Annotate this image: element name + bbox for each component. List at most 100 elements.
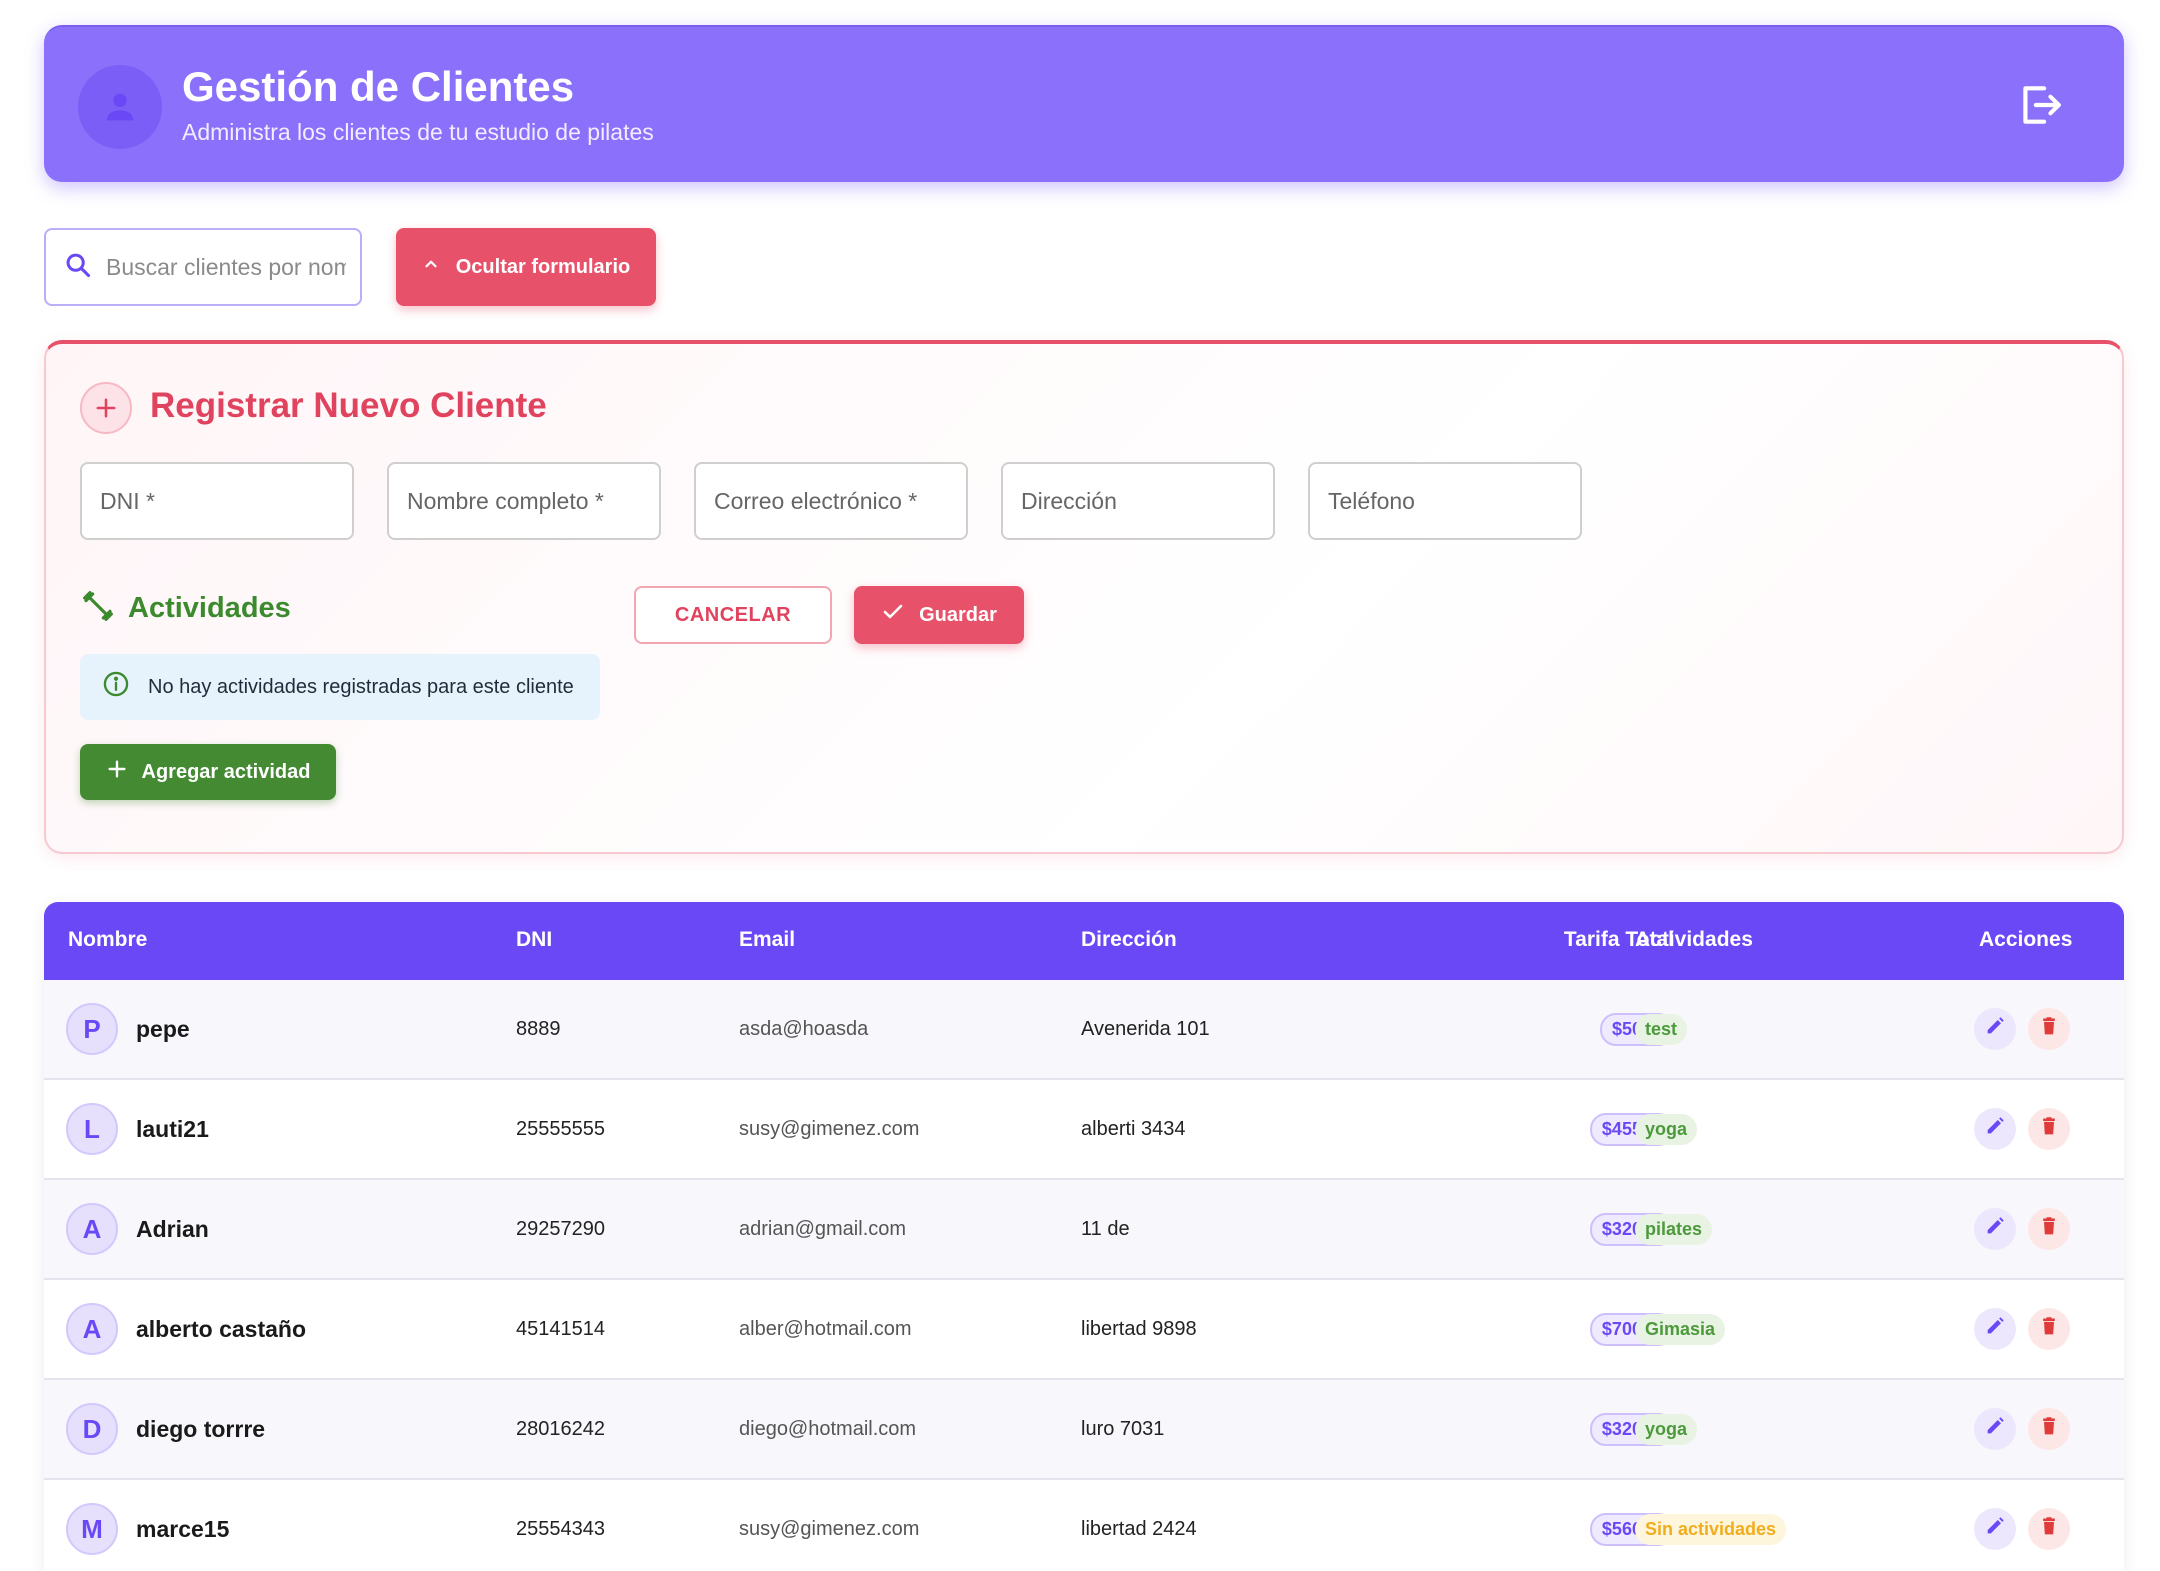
edit-button[interactable] xyxy=(1974,1308,2016,1350)
activities-title: Actividades xyxy=(128,592,291,624)
activity-cell: pilates xyxy=(1635,1180,1713,1278)
page-subtitle: Administra los clientes de tu estudio de… xyxy=(182,119,654,145)
edit-button[interactable] xyxy=(1974,1008,2016,1050)
avatar: D xyxy=(66,1403,118,1455)
avatar: A xyxy=(66,1203,118,1255)
client-email: diego@hotmail.com xyxy=(739,1417,917,1440)
client-name-cell: M marce15 xyxy=(66,1480,229,1571)
edit-button[interactable] xyxy=(1974,1508,2016,1550)
client-dni: 25554343 xyxy=(516,1517,605,1540)
chevron-up-icon xyxy=(422,255,440,279)
address-field[interactable] xyxy=(1001,462,1275,540)
phone-input[interactable] xyxy=(1328,487,1558,515)
email-field[interactable] xyxy=(694,462,968,540)
email-input[interactable] xyxy=(714,487,944,515)
person-icon xyxy=(78,65,162,149)
new-client-form: Registrar Nuevo Cliente Actividades No h… xyxy=(44,340,2124,854)
col-email: Email xyxy=(739,928,796,951)
delete-button[interactable] xyxy=(2028,1108,2070,1150)
client-name-cell: P pepe xyxy=(66,980,190,1078)
page-header: Gestión de Clientes Administra los clien… xyxy=(44,25,2124,182)
client-address: luro 7031 xyxy=(1081,1417,1165,1440)
edit-button[interactable] xyxy=(1974,1408,2016,1450)
toggle-form-button[interactable]: Ocultar formulario xyxy=(396,228,656,306)
activity-cell: Gimasia xyxy=(1635,1280,1726,1378)
activity-chip: Gimasia xyxy=(1635,1313,1726,1345)
check-icon xyxy=(881,600,905,630)
no-activities-alert: No hay actividades registradas para este… xyxy=(80,654,600,720)
client-address: alberti 3434 xyxy=(1081,1117,1186,1140)
client-dni: 25555555 xyxy=(516,1117,605,1140)
activity-cell: yoga xyxy=(1635,1080,1698,1178)
col-actividades: Actividades xyxy=(1635,928,1753,951)
dumbbell-icon xyxy=(82,590,114,627)
name-input[interactable] xyxy=(407,487,637,515)
client-email: alber@hotmail.com xyxy=(739,1317,912,1340)
actions-cell xyxy=(1974,1280,2070,1378)
actions-cell xyxy=(1974,980,2070,1078)
client-name: lauti21 xyxy=(136,1115,209,1142)
edit-button[interactable] xyxy=(1974,1208,2016,1250)
client-name: marce15 xyxy=(136,1515,230,1542)
plus-icon xyxy=(80,382,132,434)
table-row: L lauti21 25555555 susy@gimenez.com albe… xyxy=(44,1080,2124,1180)
pencil-icon xyxy=(1984,1015,2006,1043)
client-address: 11 de xyxy=(1081,1217,1130,1240)
dni-field[interactable] xyxy=(80,462,354,540)
avatar: M xyxy=(66,1503,118,1555)
dni-input[interactable] xyxy=(100,487,330,515)
client-name-cell: D diego torrre xyxy=(66,1380,265,1478)
search-box[interactable] xyxy=(44,228,362,306)
edit-button[interactable] xyxy=(1974,1108,2016,1150)
search-input[interactable] xyxy=(106,253,346,281)
pencil-icon xyxy=(1984,1515,2006,1543)
delete-button[interactable] xyxy=(2028,1008,2070,1050)
name-field[interactable] xyxy=(387,462,661,540)
phone-field[interactable] xyxy=(1308,462,1582,540)
activity-cell: Sin actividades xyxy=(1635,1480,1787,1571)
avatar: L xyxy=(66,1103,118,1155)
form-title: Registrar Nuevo Cliente xyxy=(150,386,547,425)
col-direccion: Dirección xyxy=(1081,928,1177,951)
pencil-icon xyxy=(1984,1415,2006,1443)
delete-button[interactable] xyxy=(2028,1208,2070,1250)
search-icon xyxy=(64,251,92,284)
toggle-form-label: Ocultar formulario xyxy=(455,255,631,278)
clients-table: Nombre DNI Email Dirección Tarifa Total … xyxy=(44,902,2124,1571)
trash-icon xyxy=(2039,1016,2059,1042)
actions-cell xyxy=(1974,1380,2070,1478)
client-email: asda@hoasda xyxy=(739,1017,869,1040)
client-address: libertad 2424 xyxy=(1081,1517,1197,1540)
table-row: D diego torrre 28016242 diego@hotmail.co… xyxy=(44,1380,2124,1480)
delete-button[interactable] xyxy=(2028,1408,2070,1450)
table-row: P pepe 8889 asda@hoasda Avenerida 101 $5… xyxy=(44,980,2124,1080)
delete-button[interactable] xyxy=(2028,1508,2070,1550)
table-header: Nombre DNI Email Dirección Tarifa Total … xyxy=(44,902,2124,980)
client-email: adrian@gmail.com xyxy=(739,1217,907,1240)
trash-icon xyxy=(2039,1116,2059,1142)
activity-chip: yoga xyxy=(1635,1413,1698,1445)
no-activities-text: No hay actividades registradas para este… xyxy=(148,675,574,698)
add-activity-label: Agregar actividad xyxy=(141,760,311,783)
cancel-button[interactable]: CANCELAR xyxy=(634,586,832,644)
delete-button[interactable] xyxy=(2028,1308,2070,1350)
table-row: A alberto castaño 45141514 alber@hotmail… xyxy=(44,1280,2124,1380)
trash-icon xyxy=(2039,1316,2059,1342)
client-name-cell: A alberto castaño xyxy=(66,1280,306,1378)
col-dni: DNI xyxy=(516,928,553,951)
add-activity-button[interactable]: Agregar actividad xyxy=(80,744,336,800)
info-icon xyxy=(102,670,130,704)
client-name: Adrian xyxy=(136,1215,209,1242)
client-name: alberto castaño xyxy=(136,1315,306,1342)
col-nombre: Nombre xyxy=(68,928,148,951)
save-button[interactable]: Guardar xyxy=(854,586,1024,644)
actions-cell xyxy=(1974,1480,2070,1571)
activity-cell: test xyxy=(1635,980,1688,1078)
actions-cell xyxy=(1974,1180,2070,1278)
logout-icon[interactable] xyxy=(2012,77,2068,133)
pencil-icon xyxy=(1984,1315,2006,1343)
address-input[interactable] xyxy=(1021,487,1251,515)
trash-icon xyxy=(2039,1416,2059,1442)
client-dni: 29257290 xyxy=(516,1217,605,1240)
client-address: Avenerida 101 xyxy=(1081,1017,1210,1040)
